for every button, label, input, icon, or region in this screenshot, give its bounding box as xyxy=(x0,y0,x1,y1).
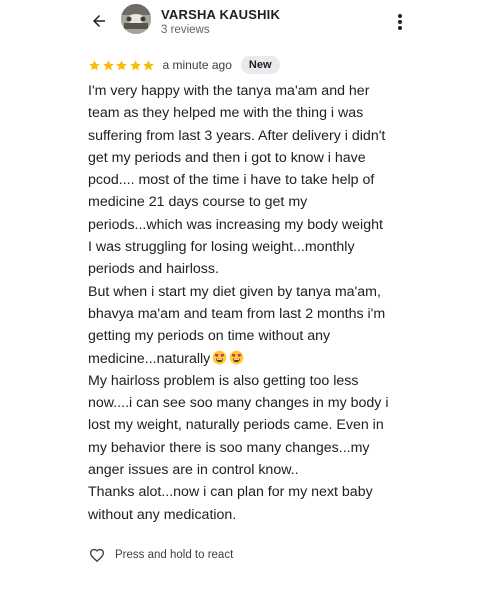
review-line-text: get my periods and then i got to know i … xyxy=(88,149,366,166)
react-button[interactable]: Press and hold to react xyxy=(88,544,233,566)
review-line: anger issues are in control know.. xyxy=(88,459,408,481)
review-line-text: medicine 21 days course to get my xyxy=(88,194,308,211)
review-line: get my periods and then i got to know i … xyxy=(88,147,408,169)
review-line: periods...which was increasing my body w… xyxy=(88,214,408,236)
review-line-text: pcod.... most of the time i have to take… xyxy=(88,172,375,189)
review-line: my behavior there is soo many changes...… xyxy=(88,437,408,459)
review-line-text: My hairloss problem is also getting too … xyxy=(88,372,359,389)
review-line: lost my weight, naturally periods came. … xyxy=(88,414,408,436)
review-line-text: now....i can see soo many changes in my … xyxy=(88,395,389,412)
review-line-text: team as they helped me with the thing i … xyxy=(88,105,364,122)
review-line: without any medication. xyxy=(88,504,408,526)
avatar[interactable] xyxy=(121,4,151,34)
review-line-text: medicine...naturally xyxy=(88,350,211,367)
smiling-face-with-heart-eyes-icon xyxy=(212,350,227,364)
review-time: a minute ago xyxy=(162,58,232,72)
react-label: Press and hold to react xyxy=(115,549,234,561)
star-icon xyxy=(129,59,141,70)
review-line-text: getting my periods on time without any xyxy=(88,328,331,345)
review-line: periods and hairloss. xyxy=(88,258,408,280)
review-line: medicine...naturally xyxy=(88,348,408,370)
avatar-image xyxy=(121,4,151,34)
rating-row: a minute ago New xyxy=(88,55,280,75)
review-line: now....i can see soo many changes in my … xyxy=(88,392,408,414)
review-line-text: anger issues are in control know.. xyxy=(88,462,299,479)
back-button[interactable] xyxy=(86,8,112,34)
review-line-text: Thanks alot...now i can plan for my next… xyxy=(88,484,373,501)
review-line-text: periods and hairloss. xyxy=(88,261,219,278)
review-line: suffering from last 3 years. After deliv… xyxy=(88,125,408,147)
reviewer-name[interactable]: VARSHA KAUSHIK xyxy=(161,7,280,22)
review-line-text: I'm very happy with the tanya ma'am and … xyxy=(88,83,370,99)
review-line: bhavya ma'am and team from last 2 months… xyxy=(88,303,408,325)
more-vert-icon xyxy=(398,14,402,30)
smiling-face-with-heart-eyes-icon xyxy=(229,350,244,364)
star-icon xyxy=(143,59,154,70)
review-line: My hairloss problem is also getting too … xyxy=(88,370,408,392)
review-line: I'm very happy with the tanya ma'am and … xyxy=(88,80,408,102)
review-line: I was struggling for losing weight...mon… xyxy=(88,236,408,258)
review-header: VARSHA KAUSHIK 3 reviews xyxy=(0,0,500,46)
star-icon xyxy=(102,59,114,70)
review-line-text: But when i start my diet given by tanya … xyxy=(88,283,381,300)
review-line: getting my periods on time without any xyxy=(88,325,408,347)
review-line: But when i start my diet given by tanya … xyxy=(88,281,408,303)
review-line: pcod.... most of the time i have to take… xyxy=(88,169,408,191)
review-line-text: my behavior there is soo many changes...… xyxy=(88,439,370,456)
review-line: Thanks alot...now i can plan for my next… xyxy=(88,481,408,503)
review-text: I'm very happy with the tanya ma'am and … xyxy=(88,80,408,526)
star-icon xyxy=(89,59,100,70)
review-line: medicine 21 days course to get my xyxy=(88,191,408,213)
review-line-text: bhavya ma'am and team from last 2 months… xyxy=(88,305,386,322)
new-badge: New xyxy=(240,56,280,74)
review-line-text: suffering from last 3 years. After deliv… xyxy=(88,127,386,144)
star-rating xyxy=(88,59,156,72)
review-line-text: periods...which was increasing my body w… xyxy=(88,216,383,233)
star-icon xyxy=(116,59,127,70)
arrow-left-icon xyxy=(93,15,105,27)
review-line-text: without any medication. xyxy=(88,506,237,523)
heart-outline-icon xyxy=(89,548,105,562)
review-line-text: lost my weight, naturally periods came. … xyxy=(88,417,384,434)
review-count: 3 reviews xyxy=(161,24,210,36)
review-line-text: I was struggling for losing weight...mon… xyxy=(88,239,355,256)
review-line: team as they helped me with the thing i … xyxy=(88,102,408,124)
more-options-button[interactable] xyxy=(390,9,410,35)
